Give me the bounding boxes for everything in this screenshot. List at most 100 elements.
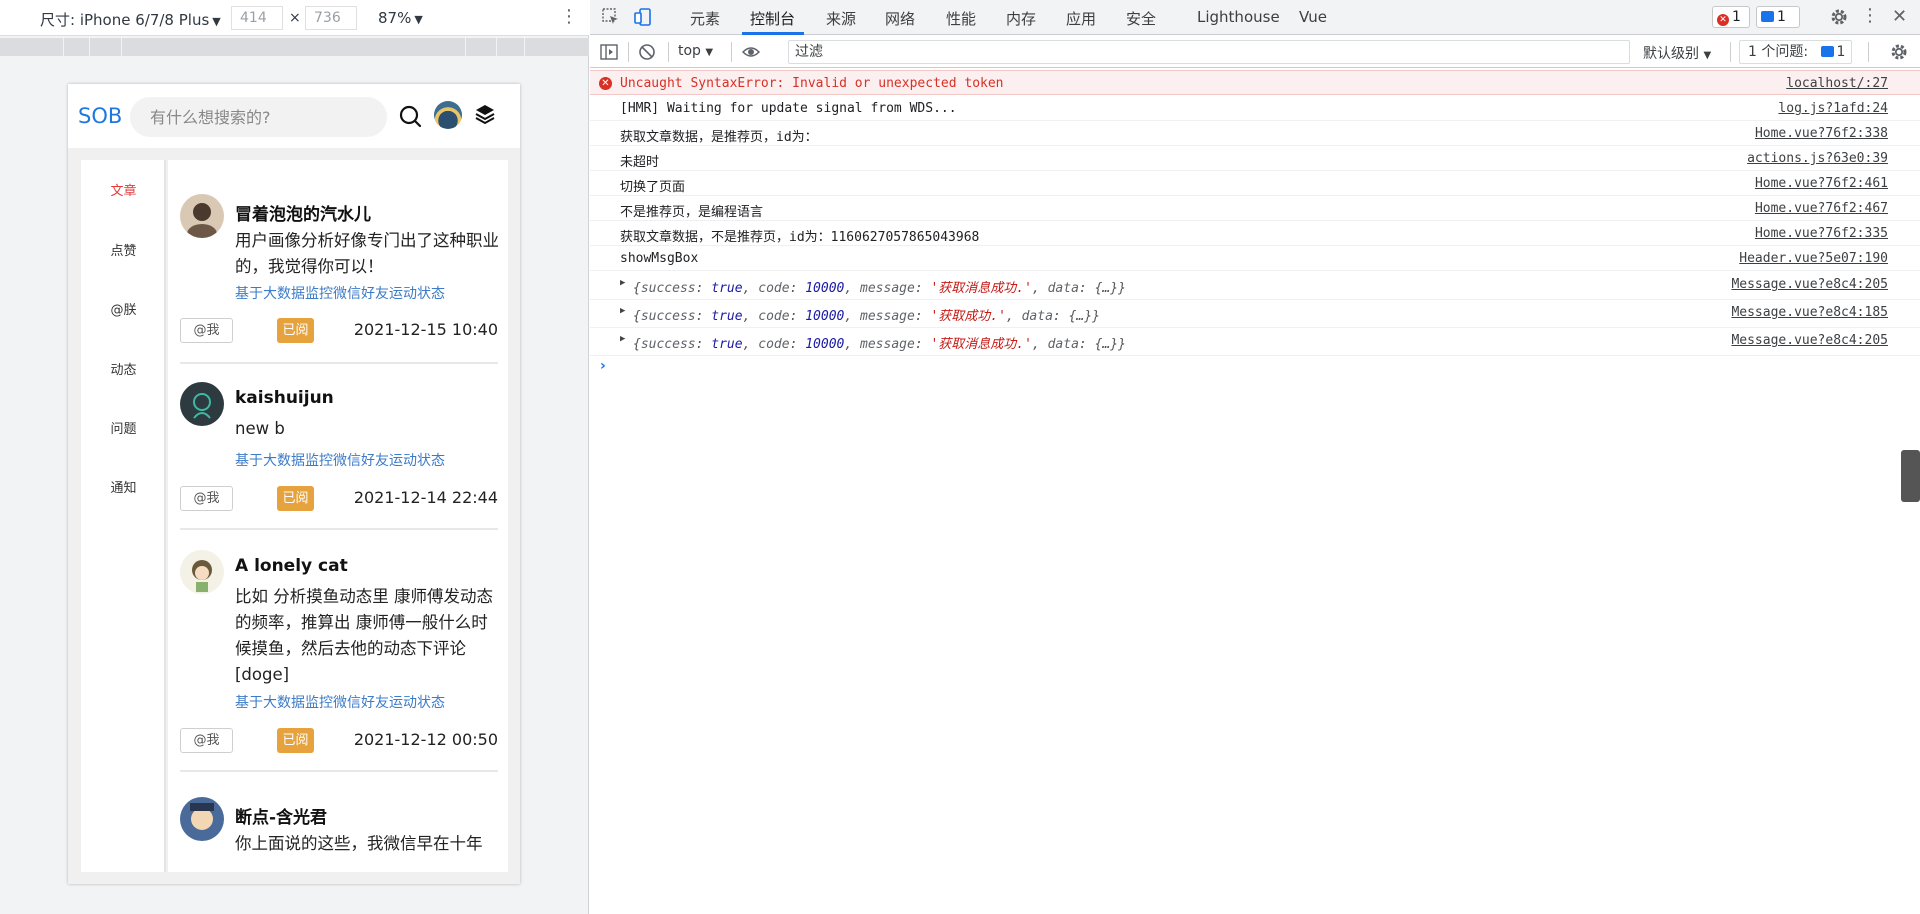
user-avatar[interactable]	[434, 101, 462, 129]
message-count-badge[interactable]: 1	[1756, 6, 1800, 28]
post-content: 比如 分析摸鱼动态里 康师傅发动态的频率，推算出 康师傅一般什么时候摸鱼，然后去…	[235, 587, 493, 684]
console-prompt[interactable]: ›	[600, 358, 606, 374]
source-link[interactable]: localhost/:27	[1786, 76, 1888, 91]
context-value: top	[678, 43, 701, 59]
side-nav: 文章 点赞 @朕 动态 问题 通知	[81, 160, 166, 872]
device-selector[interactable]: 尺寸: iPhone 6/7/8 Plus ▼	[40, 9, 221, 30]
post-topic-link[interactable]: 基于大数据监控微信好友运动状态	[235, 692, 445, 712]
search-icon[interactable]	[398, 104, 422, 128]
avatar[interactable]	[180, 797, 224, 841]
tab-application[interactable]: 应用	[1066, 8, 1096, 29]
console-message-error[interactable]: ✕ Uncaught SyntaxError: Invalid or unexp…	[590, 70, 1920, 95]
tab-console[interactable]: 控制台	[750, 8, 795, 29]
console-message[interactable]: 获取文章数据，不是推荐页，id为：1160627057865043968 Hom…	[590, 221, 1920, 246]
object-preview[interactable]: {success: true, code: 10000, message: '获…	[633, 305, 1100, 324]
gear-icon[interactable]	[1830, 8, 1848, 26]
source-link[interactable]: Home.vue?76f2:461	[1755, 176, 1888, 191]
close-icon[interactable]: ✕	[1892, 6, 1907, 27]
post-topic-link[interactable]: 基于大数据监控微信好友运动状态	[235, 450, 445, 470]
source-link[interactable]: Home.vue?76f2:338	[1755, 126, 1888, 141]
source-link[interactable]: Home.vue?76f2:335	[1755, 226, 1888, 241]
nav-item-questions[interactable]: 问题	[81, 418, 166, 437]
source-link[interactable]: actions.js?63e0:39	[1747, 151, 1888, 166]
avatar[interactable]	[180, 382, 224, 426]
clear-console-icon[interactable]	[638, 43, 656, 61]
console-message[interactable]: 获取文章数据，是推荐页，id为： Home.vue?76f2:338	[590, 121, 1920, 146]
list-item[interactable]: kaishuijun new b 基于大数据监控微信好友运动状态 @我 已阅 2…	[180, 382, 498, 552]
error-icon: ✕	[1717, 14, 1729, 26]
post-topic-link[interactable]: 基于大数据监控微信好友运动状态	[235, 283, 445, 303]
device-viewport: SOB 文章 点赞 @朕 动态 问题 通知	[68, 84, 520, 884]
tab-performance[interactable]: 性能	[946, 8, 976, 29]
expand-triangle-icon[interactable]: ▶	[620, 278, 625, 288]
source-link[interactable]: Header.vue?5e07:190	[1739, 251, 1888, 266]
chevron-down-icon: ▼	[414, 13, 423, 26]
console-message[interactable]: [HMR] Waiting for update signal from WDS…	[590, 96, 1920, 121]
context-selector[interactable]: top ▼	[678, 43, 713, 59]
tab-memory[interactable]: 内存	[1006, 8, 1036, 29]
gear-icon[interactable]	[1890, 43, 1908, 61]
message-text: showMsgBox	[620, 251, 699, 266]
source-link[interactable]: Home.vue?76f2:467	[1755, 201, 1888, 216]
list-item[interactable]: 冒着泡泡的汽水儿 用户画像分析好像专门出了这种职业的，我觉得你可以！ 基于大数据…	[180, 194, 499, 364]
scrollbar-thumb[interactable]	[1901, 450, 1920, 502]
more-options-icon[interactable]: ⋮	[1861, 5, 1879, 26]
avatar[interactable]	[180, 550, 224, 594]
object-preview[interactable]: {success: true, code: 10000, message: '获…	[633, 333, 1126, 352]
console-object[interactable]: ▶ {success: true, code: 10000, message: …	[590, 328, 1920, 356]
tab-elements[interactable]: 元素	[690, 8, 720, 29]
tab-lighthouse[interactable]: Lighthouse	[1197, 8, 1280, 26]
object-preview[interactable]: {success: true, code: 10000, message: '获…	[633, 277, 1126, 296]
error-count-badge[interactable]: ✕ 1	[1712, 6, 1750, 28]
console-message[interactable]: showMsgBox Header.vue?5e07:190	[590, 246, 1920, 271]
device-toolbar-toggle-icon[interactable]	[634, 8, 652, 26]
console-object[interactable]: ▶ {success: true, code: 10000, message: …	[590, 272, 1920, 300]
filter-box[interactable]	[788, 40, 1630, 64]
eye-icon[interactable]	[742, 43, 760, 61]
source-link[interactable]: Message.vue?e8c4:185	[1731, 305, 1888, 320]
source-link[interactable]: Message.vue?e8c4:205	[1731, 277, 1888, 292]
filter-input[interactable]	[789, 41, 1629, 63]
media-query-ruler[interactable]	[0, 38, 589, 56]
divider	[180, 770, 498, 772]
nav-item-mentions[interactable]: @朕	[81, 299, 166, 318]
list-item[interactable]: A lonely cat 比如 分析摸鱼动态里 康师傅发动态的频率，推算出 康师…	[180, 550, 498, 780]
issues-label: 1 个问题:	[1748, 44, 1809, 60]
search-box[interactable]	[130, 97, 387, 137]
console-object[interactable]: ▶ {success: true, code: 10000, message: …	[590, 300, 1920, 328]
devtools-panel: 元素 控制台 来源 网络 性能 内存 应用 安全 Lighthouse Vue …	[590, 0, 1920, 914]
console-message[interactable]: 不是推荐页，是编程语言 Home.vue?76f2:467	[590, 196, 1920, 221]
divider	[180, 528, 498, 530]
list-item[interactable]: 断点-含光君 你上面说的这些，我微信早在十年	[180, 797, 498, 872]
console-message[interactable]: 切换了页面 Home.vue?76f2:461	[590, 171, 1920, 196]
layers-icon[interactable]	[475, 104, 495, 126]
console-message[interactable]: 未超时 actions.js?63e0:39	[590, 146, 1920, 171]
tab-sources[interactable]: 来源	[826, 8, 856, 29]
search-input[interactable]	[130, 97, 387, 137]
nav-item-likes[interactable]: 点赞	[81, 240, 166, 259]
issues-button[interactable]: 1 个问题: 1	[1739, 40, 1852, 64]
source-link[interactable]: Message.vue?e8c4:205	[1731, 333, 1888, 348]
more-options-icon[interactable]: ⋮	[560, 6, 578, 28]
nav-item-articles[interactable]: 文章	[81, 180, 166, 199]
tab-network[interactable]: 网络	[885, 8, 915, 29]
post-author: 冒着泡泡的汽水儿	[235, 205, 371, 225]
mention-badge: @我	[180, 486, 233, 511]
sidebar-toggle-icon[interactable]	[600, 43, 618, 61]
device-height-input[interactable]: 736	[305, 6, 357, 30]
tab-security[interactable]: 安全	[1126, 8, 1156, 29]
inspect-element-icon[interactable]	[602, 8, 620, 26]
avatar[interactable]	[180, 194, 224, 238]
zoom-selector[interactable]: 87% ▼	[378, 9, 423, 27]
nav-item-moments[interactable]: 动态	[81, 359, 166, 378]
read-status-badge: 已阅	[277, 728, 314, 753]
app-header: SOB	[68, 84, 520, 148]
nav-item-notifications[interactable]: 通知	[81, 477, 166, 496]
tab-vue[interactable]: Vue	[1299, 8, 1327, 26]
source-link[interactable]: log.js?1afd:24	[1778, 101, 1888, 116]
expand-triangle-icon[interactable]: ▶	[620, 334, 625, 344]
expand-triangle-icon[interactable]: ▶	[620, 306, 625, 316]
device-width-input[interactable]: 414	[231, 6, 283, 30]
log-level-selector[interactable]: 默认级别 ▼	[1643, 43, 1711, 63]
site-logo[interactable]: SOB	[78, 104, 122, 128]
